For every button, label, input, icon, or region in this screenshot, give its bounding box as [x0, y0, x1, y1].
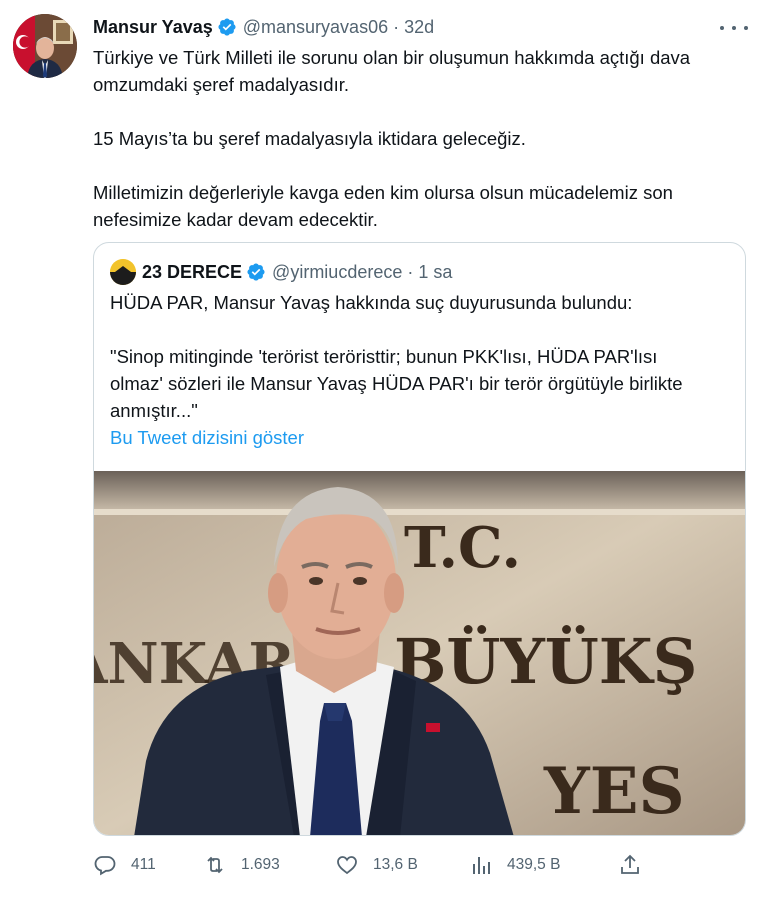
author-avatar[interactable]: [13, 14, 77, 78]
author-handle[interactable]: @mansuryavas06: [243, 17, 388, 38]
timestamp[interactable]: 32d: [404, 17, 434, 38]
tweet-text-line: Milletimizin değerleriyle kavga eden kim…: [93, 182, 673, 203]
verified-badge-icon: [246, 262, 266, 282]
sign-letters-yes: YES: [543, 754, 685, 829]
views-icon: [473, 857, 490, 874]
quoted-tweet-photo[interactable]: T.C. ANKARA BÜYÜKŞ YES: [94, 471, 745, 835]
show-thread-link[interactable]: Bu Tweet dizisini göster: [110, 427, 304, 449]
like-count: 13,6 B: [373, 856, 418, 873]
quoted-timestamp[interactable]: 1 sa: [418, 262, 452, 283]
tweet-text-line: 15 Mayıs’ta bu şeref madalyasıyla iktida…: [93, 128, 526, 149]
tweet-text-line: Türkiye ve Türk Milleti ile sorunu olan …: [93, 47, 691, 68]
author-name[interactable]: Mansur Yavaş: [93, 17, 213, 38]
quoted-text-line: HÜDA PAR, Mansur Yavaş hakkında suç duyu…: [110, 292, 633, 313]
quoted-tweet[interactable]: 23 DERECE @yirmiucderece · 1 sa HÜDA PAR…: [93, 242, 746, 836]
tweet-header: Mansur Yavaş @mansuryavas06 · 32d: [93, 14, 434, 40]
tweet-text-line: nefesimize kadar devam edecektir.: [93, 209, 378, 230]
verified-badge-icon: [217, 17, 237, 37]
quoted-author-handle[interactable]: @yirmiucderece: [272, 262, 402, 283]
separator: ·: [407, 261, 414, 282]
quoted-text-line: "Sinop mitinginde 'terörist teröristtir;…: [110, 346, 658, 367]
tweet-text-line: omzumdaki şeref madalyasıdır.: [93, 74, 350, 95]
reply-button[interactable]: 411: [93, 848, 156, 882]
reply-count: 411: [131, 856, 156, 873]
tweet[interactable]: Mansur Yavaş @mansuryavas06 · 32d Türkiy…: [0, 0, 783, 900]
sign-letters-buyuks: BÜYÜKŞ: [394, 625, 697, 698]
share-icon: [621, 854, 639, 874]
retweet-button[interactable]: 1.693: [203, 848, 280, 882]
quoted-tweet-header: 23 DERECE @yirmiucderece · 1 sa: [110, 259, 452, 285]
quoted-text-line: olmaz' sözleri ile Mansur Yavaş HÜDA PAR…: [110, 373, 683, 394]
quoted-author-avatar[interactable]: [110, 259, 136, 285]
quoted-tweet-text: HÜDA PAR, Mansur Yavaş hakkında suç duyu…: [110, 289, 735, 424]
like-icon: [337, 856, 357, 875]
share-button[interactable]: [618, 848, 642, 882]
tweet-text: Türkiye ve Türk Milleti ile sorunu olan …: [93, 44, 753, 233]
retweet-count: 1.693: [241, 856, 280, 873]
views-count: 439,5 B: [507, 856, 561, 873]
tweet-actions: 411 1.693 13,6 B 439,5 B: [93, 848, 653, 882]
separator: ·: [393, 16, 400, 37]
quoted-text-line: anmıştır...": [110, 400, 198, 421]
views-button[interactable]: 439,5 B: [469, 848, 560, 882]
retweet-icon: [207, 856, 223, 874]
quoted-author-name[interactable]: 23 DERECE: [142, 262, 242, 283]
reply-icon: [94, 856, 116, 876]
like-button[interactable]: 13,6 B: [335, 848, 418, 882]
more-icon[interactable]: [720, 18, 748, 38]
sign-letters-tc: T.C.: [404, 515, 521, 581]
